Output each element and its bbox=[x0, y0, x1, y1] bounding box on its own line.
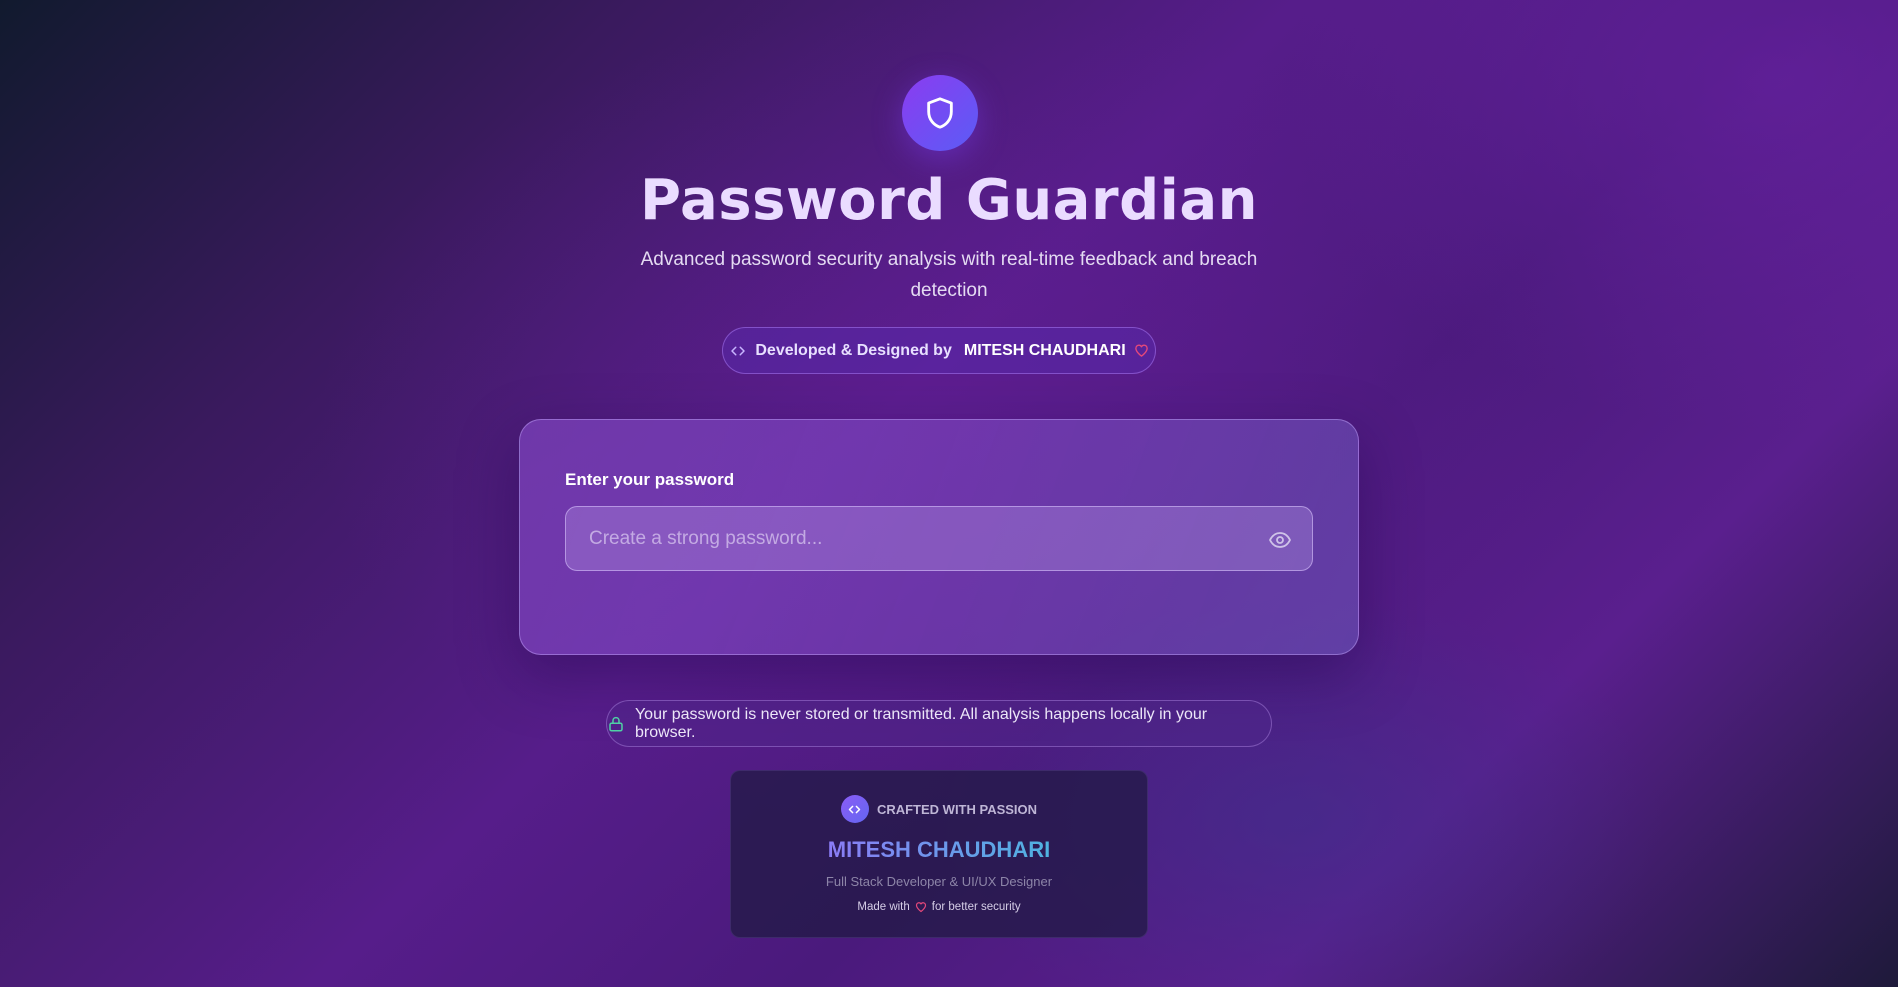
password-field bbox=[565, 506, 1313, 571]
eye-icon[interactable] bbox=[1268, 528, 1292, 552]
password-label: Enter your password bbox=[565, 470, 735, 489]
logo bbox=[902, 75, 978, 151]
code-icon bbox=[849, 805, 861, 813]
privacy-notice: Your password is never stored or transmi… bbox=[606, 700, 1272, 747]
password-input[interactable] bbox=[566, 507, 1312, 570]
crafted-badge bbox=[840, 795, 869, 823]
crafted-text: CRAFTED WITH PASSION bbox=[876, 801, 1038, 817]
page-title: Password Guardian bbox=[639, 168, 1259, 233]
footer-role: Full Stack Developer & UI/UX Designer bbox=[825, 874, 1053, 889]
privacy-text: Your password is never stored or transmi… bbox=[634, 705, 1208, 741]
developer-credit-badge: Developed & Designed by MITESH CHAUDHARI bbox=[722, 327, 1156, 374]
crafted-row: CRAFTED WITH PASSION bbox=[840, 795, 1038, 823]
lock-icon bbox=[609, 716, 623, 731]
password-card: Enter your password bbox=[519, 419, 1359, 655]
made-suffix: for better security bbox=[931, 901, 1021, 913]
footer-card: CRAFTED WITH PASSION MITESH CHAUDHARI Fu… bbox=[730, 770, 1148, 938]
credit-name: MITESH CHAUDHARI bbox=[963, 341, 1126, 359]
credit-prefix: Developed & Designed by bbox=[755, 341, 952, 359]
heart-icon bbox=[1134, 344, 1148, 357]
code-icon bbox=[731, 346, 746, 355]
footer-name: MITESH CHAUDHARI bbox=[827, 837, 1051, 862]
heart-icon bbox=[915, 902, 926, 913]
footer-made-with: Made with for better security bbox=[857, 901, 1020, 913]
made-prefix: Made with bbox=[857, 901, 910, 913]
page-subtitle: Advanced password security analysis with… bbox=[640, 249, 1258, 301]
shield-icon bbox=[927, 97, 953, 129]
